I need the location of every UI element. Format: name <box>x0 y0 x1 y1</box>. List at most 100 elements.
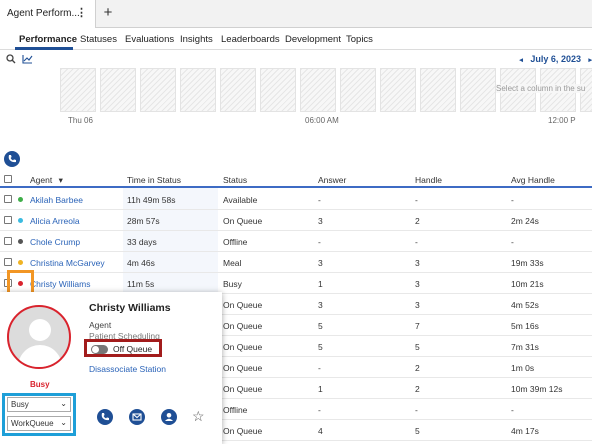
column-answer[interactable]: Answer <box>318 175 346 185</box>
timeline-column[interactable] <box>340 68 376 112</box>
queue-select[interactable]: WorkQueue ⌄ <box>7 416 71 431</box>
timeline-column[interactable] <box>220 68 256 112</box>
agent-name-link[interactable]: Christy Williams <box>30 279 90 289</box>
agent-name-link[interactable]: Alicia Arreola <box>30 216 80 226</box>
cell-avg: - <box>511 405 514 415</box>
star-icon[interactable]: ☆ <box>192 408 205 425</box>
timeline-column[interactable] <box>460 68 496 112</box>
sort-icon[interactable]: ▾ <box>59 175 63 185</box>
cell-avg: 19m 33s <box>511 258 544 268</box>
cell-status: On Queue <box>223 300 263 310</box>
presence-controls-highlight: Busy ⌄ WorkQueue ⌄ <box>2 393 76 436</box>
column-time-in-status[interactable]: Time in Status <box>127 175 181 185</box>
disassociate-station-link[interactable]: Disassociate Station <box>89 364 166 374</box>
row-checkbox[interactable] <box>4 237 12 245</box>
table-row[interactable]: Chole Crump 33 days Offline - - - <box>0 231 592 252</box>
timeline-column[interactable] <box>60 68 96 112</box>
cell-status: Available <box>223 195 258 205</box>
cell-answer: 5 <box>318 321 323 331</box>
cell-answer: 3 <box>318 216 323 226</box>
agent-profile-card: Busy Busy ⌄ WorkQueue ⌄ Christy Williams A… <box>0 292 222 444</box>
timeline-chart: Select a column in the su <box>60 68 592 112</box>
column-status[interactable]: Status <box>223 175 247 185</box>
subnav-topics[interactable]: Topics <box>346 34 373 45</box>
timeline-column[interactable] <box>180 68 216 112</box>
cell-handle: - <box>415 237 418 247</box>
cell-answer: - <box>318 363 321 373</box>
subnav-insights[interactable]: Insights <box>180 34 213 45</box>
timeline-label: 06:00 AM <box>305 116 339 125</box>
cell-handle: 3 <box>415 300 420 310</box>
presence-dot <box>18 218 23 223</box>
timeline-column[interactable] <box>100 68 136 112</box>
cell-time: 33 days <box>127 237 157 247</box>
subnav-performance[interactable]: Performance <box>19 34 77 45</box>
cell-avg: 1m 0s <box>511 363 535 373</box>
tab-bar: Agent Perform... ⋮ + <box>0 0 592 28</box>
cell-avg: 4m 52s <box>511 300 539 310</box>
kebab-icon[interactable]: ⋮ <box>76 6 87 19</box>
column-handle[interactable]: Handle <box>415 175 442 185</box>
date-label[interactable]: July 6, 2023 <box>530 54 581 64</box>
phone-button[interactable] <box>4 151 20 167</box>
cell-avg: - <box>511 237 514 247</box>
toolbar: ◂ July 6, 2023 ▸ <box>0 50 592 68</box>
presence-label: Busy <box>30 380 50 389</box>
agent-name-link[interactable]: Akilah Barbee <box>30 195 83 205</box>
cell-status: Offline <box>223 237 248 247</box>
presence-select[interactable]: Busy ⌄ <box>7 397 71 412</box>
table-row[interactable]: Alicia Arreola 28m 57s On Queue 3 2 2m 24s <box>0 210 592 231</box>
timeline-label: Thu 06 <box>68 116 93 125</box>
add-tab-button[interactable]: + <box>100 4 116 21</box>
timeline-column[interactable] <box>260 68 296 112</box>
row-checkbox[interactable] <box>4 216 12 224</box>
cell-status: Busy <box>223 279 242 289</box>
timeline-column[interactable] <box>300 68 336 112</box>
cell-handle: 3 <box>415 258 420 268</box>
subnav-leaderboards[interactable]: Leaderboards <box>221 34 280 45</box>
subnav-evaluations[interactable]: Evaluations <box>125 34 174 45</box>
cell-status: On Queue <box>223 216 263 226</box>
agent-name-link[interactable]: Christina McGarvey <box>30 258 105 268</box>
table-row[interactable]: Christina McGarvey 4m 46s Meal 3 3 19m 33s <box>0 252 592 273</box>
timeline-hint: Select a column in the su <box>496 84 586 93</box>
cell-answer: - <box>318 195 321 205</box>
column-agent[interactable]: Agent ▾ <box>30 175 63 186</box>
cell-status: On Queue <box>223 384 263 394</box>
cell-answer: 5 <box>318 342 323 352</box>
chevron-down-icon: ⌄ <box>60 399 67 408</box>
phone-icon[interactable] <box>97 409 113 425</box>
search-icon[interactable] <box>6 54 16 64</box>
agent-name-link[interactable]: Chole Crump <box>30 237 80 247</box>
cell-status: On Queue <box>223 342 263 352</box>
next-date-button[interactable]: ▸ <box>588 57 592 64</box>
presence-dot <box>18 260 23 265</box>
timeline-column[interactable] <box>420 68 456 112</box>
row-checkbox[interactable] <box>4 258 12 266</box>
timeline-column[interactable] <box>380 68 416 112</box>
tab-agent-performance[interactable]: Agent Perform... ⋮ <box>0 0 96 28</box>
sub-navigation: Performance Statuses Evaluations Insight… <box>0 28 592 50</box>
cell-status: On Queue <box>223 321 263 331</box>
table-row[interactable]: Christy Williams 11m 5s Busy 1 3 10m 21s <box>0 273 592 294</box>
cell-handle: 3 <box>415 279 420 289</box>
chart-icon[interactable] <box>22 54 33 64</box>
queue-toggle[interactable] <box>91 345 108 354</box>
queue-toggle-label: Off Queue <box>113 344 153 354</box>
chevron-down-icon: ⌄ <box>60 418 67 427</box>
cell-time: 4m 46s <box>127 258 155 268</box>
cell-handle: - <box>415 405 418 415</box>
select-all-checkbox[interactable] <box>4 175 12 183</box>
cell-handle: 2 <box>415 384 420 394</box>
column-avg-handle[interactable]: Avg Handle <box>511 175 555 185</box>
subnav-development[interactable]: Development <box>285 34 341 45</box>
email-icon[interactable] <box>129 409 145 425</box>
profile-icon[interactable] <box>161 409 177 425</box>
cell-handle: 2 <box>415 363 420 373</box>
table-row[interactable]: Akilah Barbee 11h 49m 58s Available - - - <box>0 189 592 210</box>
prev-date-button[interactable]: ◂ <box>519 57 523 64</box>
timeline-column[interactable] <box>140 68 176 112</box>
subnav-statuses[interactable]: Statuses <box>80 34 117 45</box>
cell-answer: - <box>318 237 321 247</box>
row-checkbox[interactable] <box>4 195 12 203</box>
